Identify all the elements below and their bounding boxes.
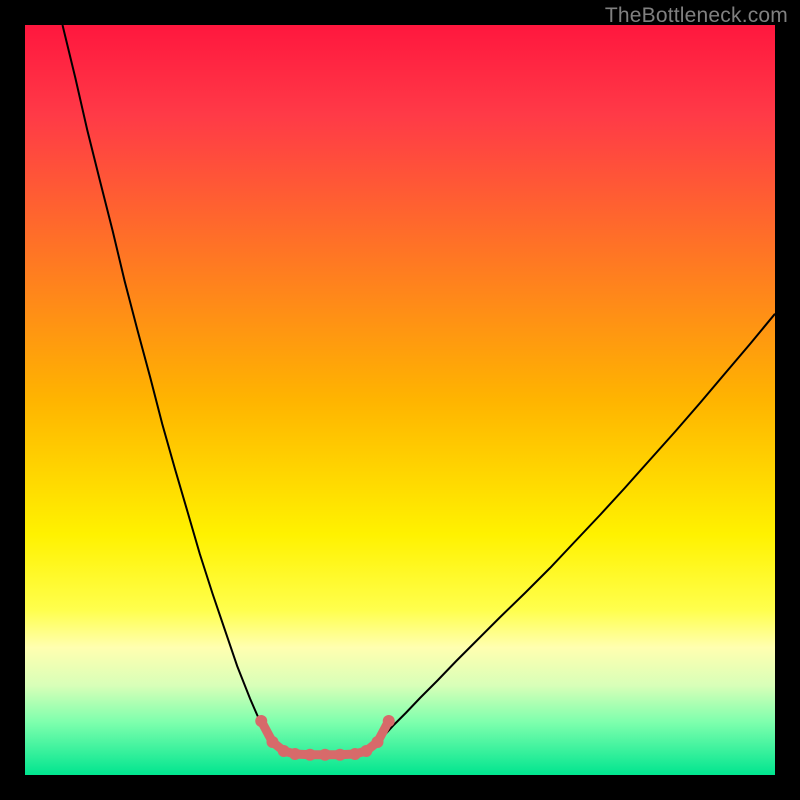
series-bottom-dots-point <box>267 736 279 748</box>
series-bottom-dots-point <box>278 745 290 757</box>
series-bottom-dots-point <box>334 749 346 761</box>
bottleneck-chart <box>25 25 775 775</box>
series-bottom-dots-point <box>372 736 384 748</box>
series-bottom-dots-point <box>255 715 267 727</box>
series-bottom-dots-point <box>349 748 361 760</box>
watermark-text: TheBottleneck.com <box>605 4 788 28</box>
series-bottom-dots-point <box>319 749 331 761</box>
series-bottom-dots-point <box>289 748 301 760</box>
gradient-background <box>25 25 775 775</box>
series-bottom-dots-point <box>304 749 316 761</box>
series-bottom-dots-point <box>360 745 372 757</box>
chart-frame: TheBottleneck.com <box>0 0 800 800</box>
series-bottom-dots-point <box>383 715 395 727</box>
